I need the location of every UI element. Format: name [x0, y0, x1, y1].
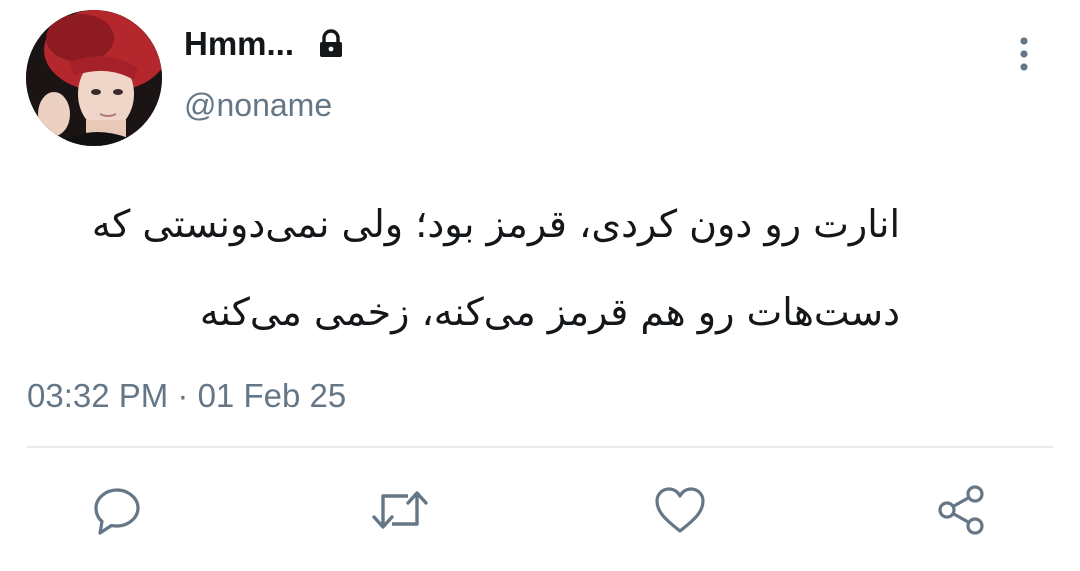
tweet-text-line: دست‌هات رو هم قرمز می‌کنه، زخمی می‌کنه	[199, 290, 900, 334]
tweet-text-line: انارت رو دون کردی، قرمز بود؛ ولی نمی‌دون…	[91, 202, 900, 246]
share-icon	[938, 485, 984, 535]
more-vertical-icon[interactable]	[1008, 34, 1040, 74]
tweet-text: انارت رو دون کردی، قرمز بود؛ ولی نمی‌دون…	[20, 180, 900, 356]
tweet-card: Hmm... @noname انارت رو دون کردی، قرمز ب…	[0, 0, 1080, 571]
display-name[interactable]: Hmm...	[184, 24, 294, 64]
reply-icon	[94, 488, 140, 535]
reply-button[interactable]	[91, 484, 143, 536]
heart-icon	[655, 487, 705, 533]
share-button[interactable]	[935, 484, 987, 536]
avatar[interactable]	[26, 10, 162, 146]
divider	[27, 446, 1053, 448]
avatar-image	[26, 10, 162, 146]
user-handle[interactable]: @noname	[184, 85, 332, 125]
tweet-timestamp[interactable]: 03:32 PM · 01 Feb 25	[27, 376, 346, 416]
retweet-button[interactable]	[372, 484, 428, 536]
like-button[interactable]	[654, 484, 706, 536]
retweet-icon	[372, 491, 428, 529]
lock-icon	[317, 29, 345, 59]
